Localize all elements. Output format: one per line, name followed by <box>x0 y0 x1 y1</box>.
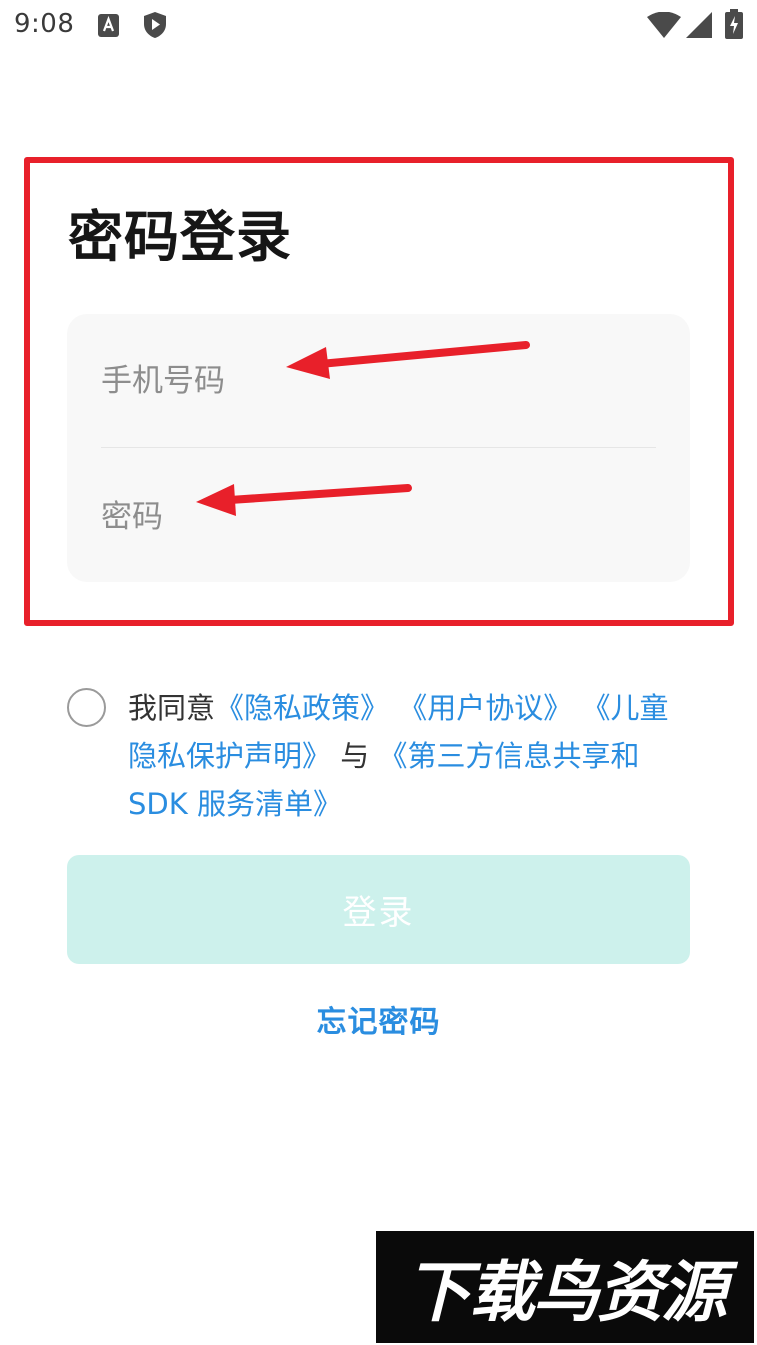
status-bar: 9:08 <box>0 0 757 52</box>
agreement-conjunction: 与 <box>340 739 370 773</box>
shield-icon <box>144 12 166 38</box>
annotation-arrow-password <box>196 484 412 516</box>
forgot-password-link[interactable]: 忘记密码 <box>0 997 757 1041</box>
watermark-logo: 下载鸟资源 <box>376 1231 754 1343</box>
wifi-icon <box>647 12 681 38</box>
status-time: 9:08 <box>14 9 75 39</box>
login-button[interactable]: 登录 <box>67 855 690 964</box>
watermark-text: 下载鸟资源 <box>405 1254 727 1331</box>
field-divider <box>101 447 656 448</box>
agreement-text: 我同意《隐私政策》 《用户协议》 《儿童隐私保护声明》 与 《第三方信息共享和S… <box>128 684 688 828</box>
page-title: 密码登录 <box>68 205 293 269</box>
annotation-arrow-phone <box>286 341 530 379</box>
agree-radio[interactable] <box>67 688 106 727</box>
signal-icon <box>686 12 712 38</box>
login-screen: 9:08 密码登录 手机号码 我同意《隐私政策》 《用户协议》 《儿童隐私保护声… <box>0 0 757 1345</box>
user-agreement-link[interactable]: 《用户协议》 <box>398 691 572 725</box>
privacy-policy-link[interactable]: 《隐私政策》 <box>215 691 389 725</box>
agreement-prefix: 我同意 <box>128 691 216 725</box>
app-a-icon <box>98 14 119 37</box>
battery-charging-icon <box>725 9 743 39</box>
